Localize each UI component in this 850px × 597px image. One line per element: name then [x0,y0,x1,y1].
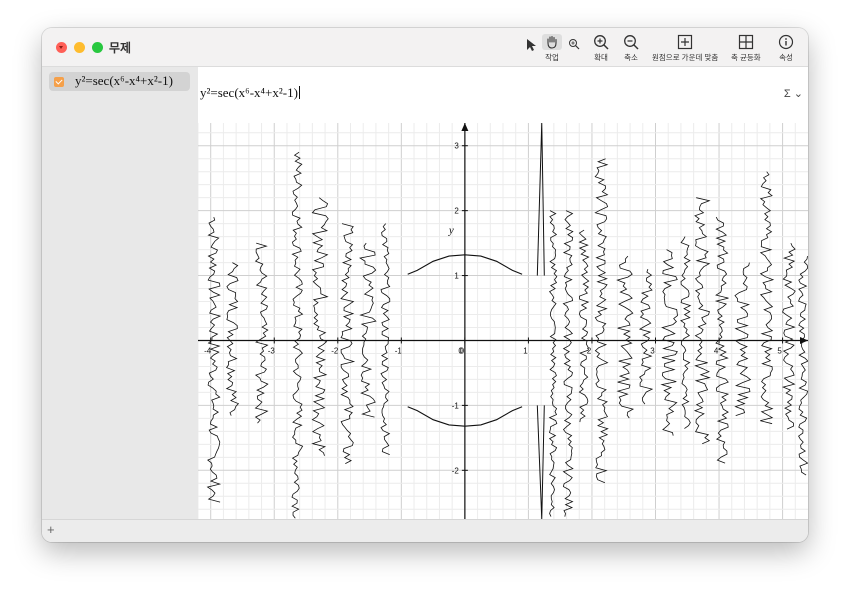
graph-noise-path [340,223,356,464]
graph-area[interactable]: -4 -3 -2 -1 0 1 2 3 4 5 0 -2 -1 1 2 3 y [197,122,808,520]
zoom-in-label: 확대 [594,53,608,62]
graph-noise-path [291,151,304,519]
x-tick-label: 5 [777,346,782,355]
info-label: 속성 [779,53,793,62]
equation-list-label: y²=sec(x⁶-x⁴+x²-1) [75,73,173,88]
origin-label: 0 [458,346,463,355]
magnifier-icon [569,39,580,50]
graph-noise-path [693,197,711,445]
equalize-axes-button[interactable]: 축 균등화 [731,34,761,63]
magnify-tool[interactable] [568,38,580,50]
zoom-out-icon [624,35,639,50]
center-crosshair-icon [678,34,693,50]
zoom-in-button[interactable]: 확대 [593,34,609,63]
y-tick-label: 2 [454,207,459,216]
app-window: 무제 작업 확대 축소 원점으로 가운데 맞춤 축 균등화 속성 y²=sec(… [42,28,808,542]
graph-svg: -4 -3 -2 -1 0 1 2 3 4 50-2-1123y [197,122,808,520]
x-tick-label: -3 [268,346,276,355]
zoom-out-button[interactable]: 축소 [623,34,639,63]
equalize-label: 축 균등화 [731,53,761,62]
graph-noise-path [578,229,590,423]
x-tick-label: -1 [395,346,403,355]
info-button[interactable]: 속성 [778,34,794,63]
zoom-out-label: 축소 [624,53,638,62]
y-axis-label: y [448,224,454,236]
close-button[interactable] [56,42,67,53]
zoom-button[interactable] [92,42,103,53]
arrow-pointer-icon [527,39,536,51]
graph-noise-path [660,249,678,436]
x-tick-label: -2 [331,346,339,355]
expression-input[interactable]: y²=sec(x⁶-x⁴+x²-1) [200,85,300,101]
title-bar: 무제 작업 확대 축소 원점으로 가운데 맞춤 축 균등화 속성 [42,28,808,67]
graph-noise-path [616,255,635,419]
info-icon [778,34,794,50]
window-title: 무제 [109,41,132,55]
y-tick-label: -1 [452,401,460,410]
function-menu-button[interactable]: Σ ⌄ [784,87,803,100]
y-tick-label: -2 [452,466,460,475]
expression-text: y²=sec(x⁶-x⁴+x²-1) [200,85,298,100]
window-controls [56,42,103,53]
center-origin-button[interactable]: 원점으로 가운데 맞춤 [652,34,718,63]
expression-editor[interactable]: y²=sec(x⁶-x⁴+x²-1) Σ ⌄ [198,67,808,123]
grid-square-icon [738,34,753,50]
x-tick-label: -4 [204,346,212,355]
graph-noise-path [359,242,377,418]
y-tick-label: 3 [454,142,459,151]
graph-noise-path [759,171,775,425]
x-tick-label: 3 [650,346,655,355]
equation-sidebar: y²=sec(x⁶-x⁴+x²-1) [42,67,199,519]
x-tick-label: 4 [714,346,719,355]
center-label: 원점으로 가운데 맞춤 [652,53,719,62]
x-tick-label: 1 [523,346,528,355]
graph-noise-path [680,236,692,429]
y-tick-label: 1 [454,272,459,281]
graph-noise-path [638,268,654,405]
text-caret [298,86,300,99]
graph-noise-path [594,158,609,484]
graph-noise-path [781,242,796,430]
add-equation-button[interactable]: + [47,522,55,537]
zoom-in-icon [594,35,609,50]
bottom-bar: + [42,519,808,542]
x-tick-label: 2 [587,346,592,355]
minimize-button[interactable] [74,42,85,53]
hand-icon [547,35,557,49]
work-tool[interactable]: 작업 [542,34,562,63]
equation-visibility-checkbox[interactable] [54,77,64,87]
y-axis-arrow [461,123,469,131]
pointer-tool[interactable] [525,38,537,52]
equation-list-item[interactable]: y²=sec(x⁶-x⁴+x²-1) [49,72,190,91]
work-label: 작업 [545,53,559,62]
graph-noise-path [206,216,222,503]
